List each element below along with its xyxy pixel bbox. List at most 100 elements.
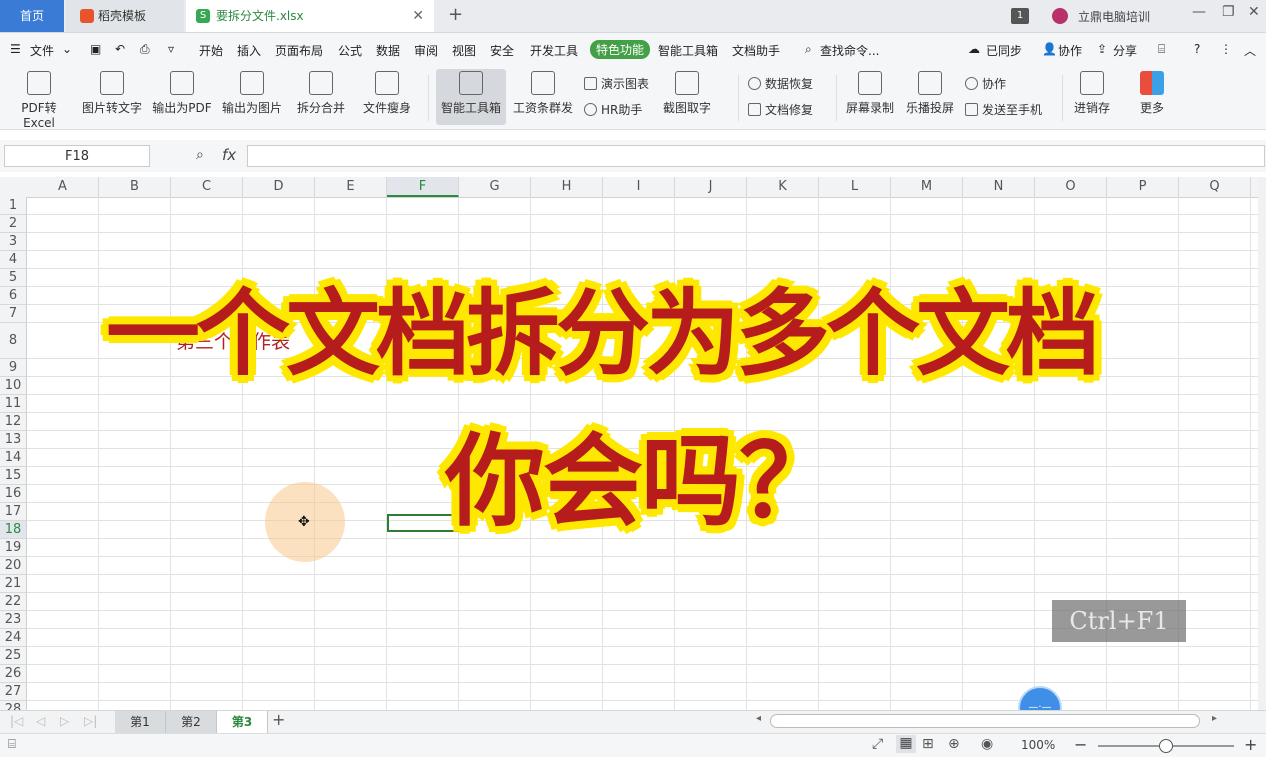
sheet-tab-2[interactable]: 第2 <box>166 711 217 733</box>
cast-screen-button[interactable]: 乐播投屏 <box>903 71 957 116</box>
horizontal-scrollbar[interactable] <box>770 714 1200 728</box>
row-header-10[interactable]: 10 <box>0 377 27 395</box>
row-header-1[interactable]: 1 <box>0 197 27 215</box>
command-search[interactable]: 查找命令... <box>820 42 879 59</box>
payslip-send-button[interactable]: 工资条群发 <box>511 71 575 116</box>
sheet-tab-3[interactable]: 第3 <box>217 711 268 733</box>
tab-home[interactable]: 首页 <box>0 0 64 32</box>
column-header-j[interactable]: J <box>675 177 747 197</box>
formula-input[interactable] <box>247 145 1265 167</box>
row-header-11[interactable]: 11 <box>0 395 27 413</box>
column-header-h[interactable]: H <box>531 177 603 197</box>
zoom-in-icon[interactable]: + <box>1244 735 1257 754</box>
send-to-phone-button[interactable]: 发送至手机 <box>965 101 1042 118</box>
status-layout-icon[interactable]: ⌸ <box>8 737 16 752</box>
column-header-e[interactable]: E <box>315 177 387 197</box>
insert-function-button[interactable]: fx <box>222 146 236 164</box>
column-header-q[interactable]: Q <box>1179 177 1251 197</box>
inventory-button[interactable]: 进销存 <box>1070 71 1114 116</box>
page-break-view-icon[interactable]: ⊞ <box>922 736 934 752</box>
menu-view[interactable]: 视图 <box>452 42 476 59</box>
more-options-icon[interactable]: ⋮ <box>1220 42 1232 56</box>
menu-smart-toolbox[interactable]: 智能工具箱 <box>658 42 718 59</box>
vertical-scrollbar[interactable] <box>1258 177 1266 710</box>
data-recovery-button[interactable]: 数据恢复 <box>748 75 813 92</box>
row-header-14[interactable]: 14 <box>0 449 27 467</box>
zoom-lookup-icon[interactable]: ⌕ <box>196 147 204 163</box>
column-header-c[interactable]: C <box>171 177 243 197</box>
avatar[interactable] <box>1052 8 1068 24</box>
demo-chart-button[interactable]: 演示图表 <box>584 75 649 92</box>
column-header-f[interactable]: F <box>387 177 459 197</box>
row-header-21[interactable]: 21 <box>0 575 27 593</box>
window-count-badge[interactable]: 1 <box>1011 8 1029 24</box>
row-header-3[interactable]: 3 <box>0 233 27 251</box>
pdf-to-excel-button[interactable]: PDF转Excel <box>6 71 72 130</box>
menu-doc-assistant[interactable]: 文档助手 <box>732 42 780 59</box>
row-header-9[interactable]: 9 <box>0 359 27 377</box>
doc-repair-button[interactable]: 文档修复 <box>748 101 813 118</box>
close-tab-icon[interactable]: ✕ <box>412 0 424 32</box>
menu-developer[interactable]: 开发工具 <box>530 42 578 59</box>
column-header-o[interactable]: O <box>1035 177 1107 197</box>
undo-icon[interactable]: ↶ <box>115 42 125 56</box>
first-sheet-icon[interactable]: |◁ <box>10 714 23 728</box>
row-header-23[interactable]: 23 <box>0 611 27 629</box>
scroll-left-icon[interactable]: ◂ <box>756 713 761 724</box>
menu-start[interactable]: 开始 <box>199 42 223 59</box>
add-sheet-button[interactable]: + <box>272 710 285 729</box>
page-layout-view-icon[interactable]: ⊕ <box>948 736 960 752</box>
eye-protection-icon[interactable]: ◉ <box>981 736 993 752</box>
row-header-15[interactable]: 15 <box>0 467 27 485</box>
column-header-i[interactable]: I <box>603 177 675 197</box>
row-header-18[interactable]: 18 <box>0 521 27 539</box>
row-header-13[interactable]: 13 <box>0 431 27 449</box>
column-header-a[interactable]: A <box>27 177 99 197</box>
sheet-tab-1[interactable]: 第1 <box>115 711 166 733</box>
share-button[interactable]: 分享 <box>1113 42 1137 59</box>
column-header-p[interactable]: P <box>1107 177 1179 197</box>
file-slim-button[interactable]: 文件瘦身 <box>360 71 414 116</box>
row-header-20[interactable]: 20 <box>0 557 27 575</box>
menu-security[interactable]: 安全 <box>490 42 514 59</box>
menu-special-features[interactable]: 特色功能 <box>590 40 651 59</box>
export-image-button[interactable]: 输出为图片 <box>220 71 284 116</box>
screen-record-button[interactable]: 屏幕录制 <box>843 71 897 116</box>
hamburger-icon[interactable]: ☰ <box>10 42 21 56</box>
ribbon-collab-button[interactable]: 协作 <box>965 75 1006 92</box>
column-header-l[interactable]: L <box>819 177 891 197</box>
row-header-28[interactable]: 28 <box>0 701 27 710</box>
row-header-17[interactable]: 17 <box>0 503 27 521</box>
smart-toolbox-button[interactable]: 智能工具箱 <box>436 69 506 125</box>
menu-review[interactable]: 审阅 <box>414 42 438 59</box>
row-header-25[interactable]: 25 <box>0 647 27 665</box>
row-header-5[interactable]: 5 <box>0 269 27 287</box>
row-header-19[interactable]: 19 <box>0 539 27 557</box>
row-header-12[interactable]: 12 <box>0 413 27 431</box>
menu-page-layout[interactable]: 页面布局 <box>275 42 323 59</box>
row-header-2[interactable]: 2 <box>0 215 27 233</box>
layout-icon[interactable]: ⌸ <box>1158 42 1165 57</box>
help-icon[interactable]: ? <box>1194 42 1200 56</box>
column-header-b[interactable]: B <box>99 177 171 197</box>
save-icon[interactable]: ▣ <box>90 42 101 56</box>
image-to-text-button[interactable]: 图片转文字 <box>80 71 144 116</box>
column-header-d[interactable]: D <box>243 177 315 197</box>
row-header-26[interactable]: 26 <box>0 665 27 683</box>
close-window-icon[interactable]: ✕ <box>1248 4 1260 20</box>
row-header-22[interactable]: 22 <box>0 593 27 611</box>
sync-status[interactable]: 已同步 <box>986 42 1022 59</box>
column-header-k[interactable]: K <box>747 177 819 197</box>
row-header-27[interactable]: 27 <box>0 683 27 701</box>
hr-assistant-button[interactable]: HR助手 <box>584 101 642 118</box>
collab-button[interactable]: 协作 <box>1058 42 1082 59</box>
prev-sheet-icon[interactable]: ◁ <box>36 714 45 728</box>
row-header-4[interactable]: 4 <box>0 251 27 269</box>
column-header-g[interactable]: G <box>459 177 531 197</box>
scroll-right-icon[interactable]: ▸ <box>1212 713 1217 724</box>
name-box[interactable]: F18 <box>4 145 150 167</box>
zoom-level[interactable]: 100% <box>1021 738 1055 752</box>
row-header-16[interactable]: 16 <box>0 485 27 503</box>
menu-data[interactable]: 数据 <box>376 42 400 59</box>
user-name[interactable]: 立鼎电脑培训 <box>1078 8 1150 25</box>
